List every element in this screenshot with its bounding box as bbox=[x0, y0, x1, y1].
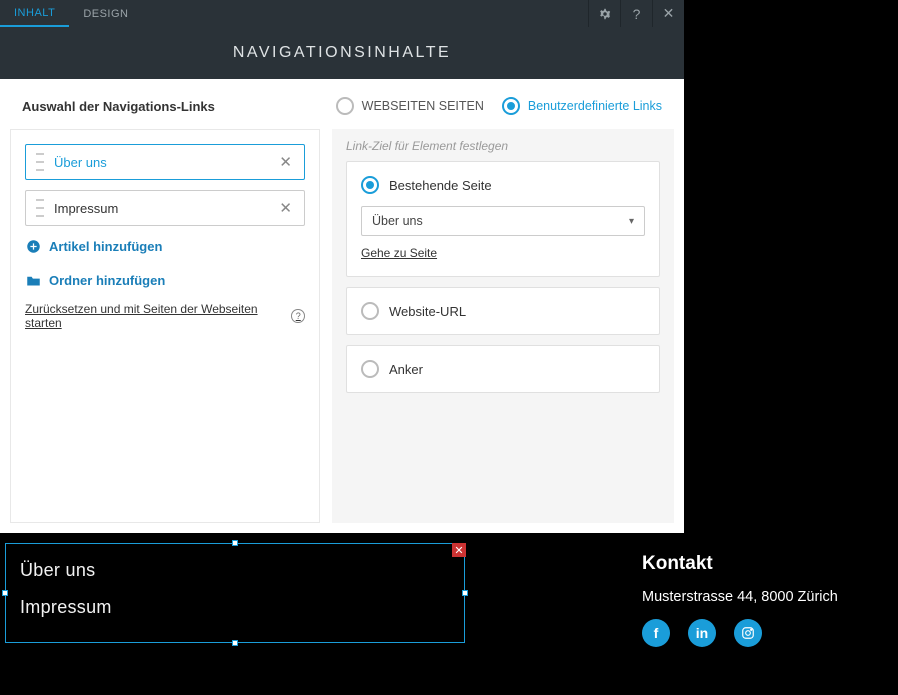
close-icon[interactable]: ✕ bbox=[652, 0, 684, 27]
contact-title: Kontakt bbox=[642, 553, 838, 575]
nav-items-column: Über uns ✕ Impressum ✕ Artikel hinzufüge… bbox=[10, 129, 320, 523]
resize-handle-s[interactable] bbox=[232, 640, 238, 646]
nav-widget-selected[interactable]: ✕ Über uns Impressum bbox=[5, 543, 465, 643]
radio-label: Website-URL bbox=[389, 304, 466, 319]
page-select[interactable]: Über uns ▾ bbox=[361, 206, 645, 236]
tab-inhalt[interactable]: INHALT bbox=[0, 0, 69, 27]
resize-handle-n[interactable] bbox=[232, 540, 238, 546]
radio-label: Anker bbox=[389, 362, 423, 377]
resize-handle-e[interactable] bbox=[462, 590, 468, 596]
radio-circle bbox=[361, 360, 379, 378]
nav-item-label: Über uns bbox=[54, 155, 277, 170]
nav-item[interactable]: Über uns ✕ bbox=[25, 144, 305, 180]
topbar: INHALT DESIGN ? ✕ bbox=[0, 0, 684, 27]
right-legend: Link-Ziel für Element festlegen bbox=[346, 139, 660, 153]
editor-panel: INHALT DESIGN ? ✕ NAVIGATIONSINHALTE Aus… bbox=[0, 0, 684, 535]
remove-icon[interactable]: ✕ bbox=[277, 153, 294, 171]
delete-widget-icon[interactable]: ✕ bbox=[452, 543, 466, 557]
nav-item[interactable]: Impressum ✕ bbox=[25, 190, 305, 226]
resize-handle-w[interactable] bbox=[2, 590, 8, 596]
linkedin-icon[interactable]: in bbox=[688, 619, 716, 647]
goto-page-link[interactable]: Gehe zu Seite bbox=[361, 246, 437, 260]
radio-circle bbox=[502, 97, 520, 115]
radio-circle bbox=[361, 302, 379, 320]
nav-preview-item[interactable]: Impressum bbox=[20, 597, 450, 618]
chevron-down-icon: ▾ bbox=[629, 216, 634, 227]
radio-label: WEBSEITEN SEITEN bbox=[362, 99, 484, 113]
nav-item-label: Impressum bbox=[54, 201, 277, 216]
radio-circle bbox=[361, 176, 379, 194]
panel-title: NAVIGATIONSINHALTE bbox=[0, 27, 684, 79]
folder-icon bbox=[25, 272, 41, 288]
help-badge-icon[interactable]: ? bbox=[291, 309, 305, 323]
link-target-column: Link-Ziel für Element festlegen Bestehen… bbox=[332, 129, 674, 523]
radio-custom-links[interactable]: Benutzerdefinierte Links bbox=[502, 97, 662, 115]
gear-icon[interactable] bbox=[588, 0, 620, 27]
radio-label: Benutzerdefinierte Links bbox=[528, 99, 662, 113]
selection-label: Auswahl der Navigations-Links bbox=[22, 99, 215, 114]
contact-address: Musterstrasse 44, 8000 Zürich bbox=[642, 589, 838, 605]
contact-block: Kontakt Musterstrasse 44, 8000 Zürich f … bbox=[642, 553, 838, 647]
social-icons: f in bbox=[642, 619, 838, 647]
nav-preview-list: Über uns Impressum bbox=[6, 544, 464, 650]
plus-circle-icon bbox=[25, 238, 41, 254]
radio-website-url[interactable]: Website-URL bbox=[361, 302, 645, 320]
radio-website-pages[interactable]: WEBSEITEN SEITEN bbox=[336, 97, 484, 115]
tab-design[interactable]: DESIGN bbox=[69, 0, 142, 27]
help-icon[interactable]: ? bbox=[620, 0, 652, 27]
facebook-icon[interactable]: f bbox=[642, 619, 670, 647]
nav-preview-item[interactable]: Über uns bbox=[20, 560, 450, 581]
add-article-label: Artikel hinzufügen bbox=[49, 239, 162, 254]
instagram-icon[interactable] bbox=[734, 619, 762, 647]
add-folder-button[interactable]: Ordner hinzufügen bbox=[25, 272, 305, 288]
remove-icon[interactable]: ✕ bbox=[277, 199, 294, 217]
anchor-card: Anker bbox=[346, 345, 660, 393]
radio-anchor[interactable]: Anker bbox=[361, 360, 645, 378]
select-value: Über uns bbox=[372, 214, 423, 228]
drag-handle-icon[interactable] bbox=[36, 199, 44, 217]
add-folder-label: Ordner hinzufügen bbox=[49, 273, 165, 288]
radio-label: Bestehende Seite bbox=[389, 178, 492, 193]
existing-page-card: Bestehende Seite Über uns ▾ Gehe zu Seit… bbox=[346, 161, 660, 277]
reset-label: Zurücksetzen und mit Seiten der Webseite… bbox=[25, 302, 287, 330]
drag-handle-icon[interactable] bbox=[36, 153, 44, 171]
website-url-card: Website-URL bbox=[346, 287, 660, 335]
panel-body: Auswahl der Navigations-Links WEBSEITEN … bbox=[0, 79, 684, 535]
reset-link[interactable]: Zurücksetzen und mit Seiten der Webseite… bbox=[25, 302, 305, 330]
site-footer-preview: ✕ Über uns Impressum Kontakt Musterstras… bbox=[0, 533, 898, 695]
add-article-button[interactable]: Artikel hinzufügen bbox=[25, 238, 305, 254]
link-selection-row: Auswahl der Navigations-Links WEBSEITEN … bbox=[0, 79, 684, 129]
radio-existing-page[interactable]: Bestehende Seite bbox=[361, 176, 645, 194]
radio-circle bbox=[336, 97, 354, 115]
